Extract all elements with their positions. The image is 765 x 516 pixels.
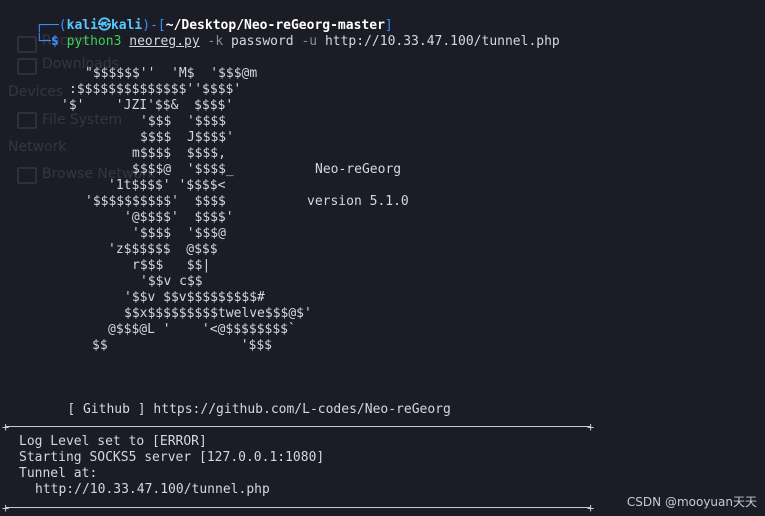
status-tunnel-label: Tunnel at: (19, 466, 98, 481)
banner-art-line: "$$$$$$'' 'M$ '$$$@m (85, 66, 258, 81)
github-url[interactable]: https://github.com/L-codes/Neo-reGeorg (153, 402, 450, 417)
ghost-browse-icon (17, 167, 37, 184)
ghost-devices-heading: Devices (8, 84, 64, 100)
prompt-arrow: └─ (35, 34, 51, 49)
box-corner-bottom-right: + (587, 501, 595, 515)
command-script: neoreg.py (129, 34, 200, 49)
ghost-filesystem-label: File System (42, 112, 123, 128)
command-flag-u: -u (301, 34, 318, 49)
status-socks: Starting SOCKS5 server [127.0.0.1:1080] (19, 450, 325, 465)
banner-art-line: $$$$ J$$$$' (140, 130, 234, 145)
box-bottom-border (5, 507, 591, 508)
command-password: password (231, 34, 294, 49)
command-flag-k: -k (207, 34, 224, 49)
banner-version: version 5.1.0 (307, 194, 409, 209)
prompt-dollar: $ (50, 34, 59, 49)
command-program: python3 (66, 34, 122, 49)
ghost-network-heading: Network (8, 139, 67, 155)
banner-art-line: $$ '$$$ (92, 338, 273, 353)
banner-art-line: :$$$$$$$$$$$$$$''$$$$' (69, 82, 242, 97)
ghost-filesystem-icon (17, 112, 37, 129)
box-corner-top-right: + (587, 420, 595, 434)
banner-art-line: $$x$$$$$$$$$twelve$$$@$' (124, 306, 312, 321)
box-top-border (5, 426, 591, 427)
banner-name: Neo-reGeorg (315, 162, 402, 177)
banner-art-line: @$$$@L ' '<@$$$$$$$$` (108, 322, 296, 337)
banner-art-line: m$$$$ $$$$, (132, 146, 226, 161)
banner-art-line: '$$$ '$$$$ (140, 114, 227, 129)
banner-art-line: '$$v c$$ (140, 274, 203, 289)
command-line[interactable]: └─$ python3 neoreg.py -k password -u htt… (4, 18, 560, 66)
box-corner-top-left: + (2, 420, 10, 434)
status-log-level: Log Level set to [ERROR] (19, 434, 207, 449)
terminal-window[interactable]: Recent Downloads Devices File System Net… (0, 0, 765, 516)
banner-art-line: '$$$$ '$$$@ (132, 226, 226, 241)
command-url: http://10.33.47.100/tunnel.php (324, 34, 560, 49)
banner-art-line: 'z$$$$$$ @$$$ (108, 242, 218, 257)
banner-art-line: $$$$@ '$$$$_ (132, 162, 234, 177)
banner-art-line: '$' 'JZI'$$& $$$$' (61, 98, 234, 113)
banner-art-line: '$$$$$$$$$$' $$$$ (85, 194, 226, 209)
banner-art-line: '@$$$$' $$$$' (124, 210, 234, 225)
banner-art-line: '1t$$$$' '$$$$< (108, 178, 226, 193)
box-corner-bottom-left: + (2, 501, 10, 515)
banner-art-line: '$$v $$v$$$$$$$$$# (124, 290, 265, 305)
csdn-watermark: CSDN @mooyuan天天 (626, 495, 757, 509)
banner-art-line: r$$$ $$| (132, 258, 211, 273)
status-tunnel-url: http://10.33.47.100/tunnel.php (35, 482, 270, 497)
github-label: [ Github ] (67, 402, 146, 417)
